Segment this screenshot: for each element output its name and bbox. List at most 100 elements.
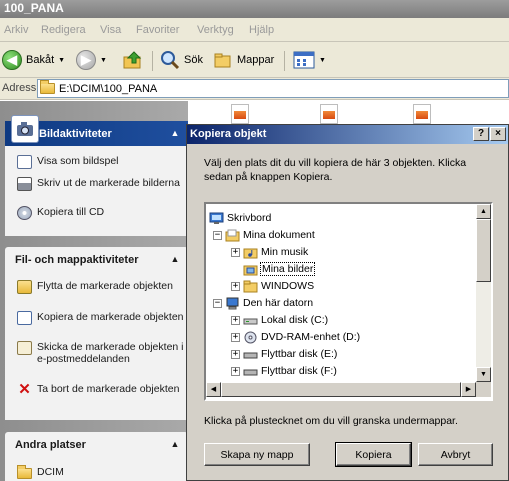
views-icon: [293, 50, 315, 70]
scroll-thumb[interactable]: [476, 219, 491, 282]
task-delete[interactable]: ✕ Ta bort de markerade objekten: [17, 381, 187, 398]
scroll-up-icon[interactable]: ▲: [476, 204, 491, 219]
expand-toggle[interactable]: +: [231, 349, 240, 359]
back-button[interactable]: ◀ Bakåt ▼: [2, 49, 65, 71]
folder-tree-view: Skrivbord − Mina dokument + Min musik Mi…: [206, 204, 476, 382]
cancel-button[interactable]: Avbryt: [418, 443, 493, 466]
new-folder-button[interactable]: Skapa ny mapp: [204, 443, 310, 466]
tree-node-my-computer[interactable]: − Den här datorn: [213, 295, 313, 311]
copy-button[interactable]: Kopiera: [335, 442, 412, 467]
task-pane: Bildaktiviteter ▲︎ Visa som bildspel Skr…: [0, 101, 188, 481]
expand-toggle[interactable]: +: [231, 247, 240, 257]
removable-drive-icon: [243, 365, 258, 378]
tree-label: Skrivbord: [227, 212, 272, 224]
menu-hjalp[interactable]: Hjälp: [249, 24, 274, 36]
search-label: Sök: [184, 54, 203, 66]
search-button[interactable]: Sök: [160, 49, 203, 71]
expand-toggle[interactable]: +: [231, 315, 240, 325]
dialog-title-bar[interactable]: Kopiera objekt ? ×: [187, 125, 508, 144]
collapse-chevron-icon[interactable]: ▲︎: [168, 437, 182, 451]
place-dcim[interactable]: DCIM: [17, 465, 187, 479]
views-button[interactable]: ▼: [293, 49, 326, 71]
up-folder-icon: [122, 50, 144, 70]
tree-label: Lokal disk (C:): [261, 314, 329, 326]
tree-node-removable-f[interactable]: + Flyttbar disk (F:): [231, 363, 337, 379]
scroll-right-icon[interactable]: ▶: [461, 382, 476, 397]
scroll-down-icon[interactable]: ▼: [476, 367, 491, 382]
tree-node-my-documents[interactable]: − Mina dokument: [213, 227, 315, 243]
image-tasks-header[interactable]: Bildaktiviteter ▲︎: [5, 115, 188, 146]
file-thumbnail[interactable]: [413, 104, 431, 124]
file-tasks-title: Fil- och mappaktiviteter: [15, 253, 139, 266]
other-places-header[interactable]: Andra platser ▲︎: [5, 432, 188, 457]
tree-label: WINDOWS: [261, 280, 315, 292]
task-copy[interactable]: Kopiera de markerade objekten: [17, 311, 187, 325]
dialog-title: Kopiera objekt: [190, 128, 267, 140]
vertical-scrollbar[interactable]: ▲ ▼: [476, 204, 491, 382]
address-field[interactable]: E:\DCIM\100_PANA: [37, 79, 509, 98]
toolbar: ◀ Bakåt ▼ ▶ ▼ Sök Mappar ▼: [0, 42, 509, 78]
tree-label: Min musik: [261, 246, 309, 258]
task-slideshow[interactable]: Visa som bildspel: [17, 155, 187, 169]
delete-x-icon: ✕: [18, 381, 31, 398]
collapse-chevron-icon[interactable]: ▲︎: [168, 126, 182, 140]
other-places-panel: DCIM: [5, 457, 188, 481]
task-copy-to-cd[interactable]: Kopiera till CD: [17, 206, 187, 220]
folders-button[interactable]: Mappar: [213, 49, 274, 71]
address-label: Adress: [2, 82, 37, 94]
collapse-toggle[interactable]: −: [213, 298, 222, 308]
folder-icon: [40, 80, 55, 94]
forward-button[interactable]: ▶ ▼: [76, 49, 107, 71]
back-dropdown-icon[interactable]: ▼: [58, 57, 65, 64]
folders-icon: [213, 50, 233, 70]
menu-favoriter[interactable]: Favoriter: [136, 24, 179, 36]
tree-node-desktop[interactable]: Skrivbord: [209, 210, 271, 226]
folder-tree[interactable]: Skrivbord − Mina dokument + Min musik Mi…: [204, 202, 493, 401]
file-thumbnail[interactable]: [231, 104, 249, 124]
toolbar-separator: [152, 51, 153, 71]
computer-icon: [225, 297, 240, 310]
collapse-toggle[interactable]: −: [213, 230, 222, 240]
views-dropdown-icon[interactable]: ▼: [319, 57, 326, 64]
collapse-chevron-icon[interactable]: ▲︎: [168, 252, 182, 266]
expand-toggle[interactable]: +: [231, 281, 240, 291]
tree-label-selected: Mina bilder: [259, 262, 316, 276]
menu-verktyg[interactable]: Verktyg: [197, 24, 234, 36]
task-move[interactable]: Flytta de markerade objekten: [17, 280, 187, 294]
forward-arrow-icon: ▶: [76, 50, 96, 70]
folder-icon: [17, 465, 32, 479]
forward-dropdown-icon[interactable]: ▼: [100, 57, 107, 64]
expand-toggle[interactable]: +: [231, 366, 240, 376]
tree-label: Flyttbar disk (F:): [261, 365, 337, 377]
menu-bar: Arkiv Redigera Visa Favoriter Verktyg Hj…: [0, 18, 509, 42]
task-email[interactable]: Skicka de markerade objekten i e-postmed…: [17, 341, 187, 365]
folders-label: Mappar: [237, 54, 275, 66]
horizontal-scrollbar[interactable]: ◀ ▶: [206, 382, 476, 397]
tree-node-local-disk-c[interactable]: + Lokal disk (C:): [231, 312, 328, 328]
tree-node-my-pictures[interactable]: Mina bilder: [243, 261, 316, 277]
file-tasks-header[interactable]: Fil- och mappaktiviteter ▲︎: [5, 247, 188, 272]
expand-toggle[interactable]: +: [231, 332, 240, 342]
tree-node-windows[interactable]: + WINDOWS: [231, 278, 314, 294]
menu-visa[interactable]: Visa: [100, 24, 121, 36]
image-tasks-title: Bildaktiviteter: [39, 127, 112, 140]
tree-node-removable-e[interactable]: + Flyttbar disk (E:): [231, 346, 337, 362]
scroll-left-icon[interactable]: ◀: [206, 382, 221, 397]
menu-redigera[interactable]: Redigera: [41, 24, 86, 36]
drive-icon: [243, 314, 258, 327]
task-print[interactable]: Skriv ut de markerade bilderna: [17, 177, 187, 191]
tree-label: Flyttbar disk (E:): [261, 348, 338, 360]
menu-arkiv[interactable]: Arkiv: [4, 24, 28, 36]
close-button[interactable]: ×: [490, 127, 506, 141]
tree-node-dvd-d[interactable]: + DVD-RAM-enhet (D:): [231, 329, 360, 345]
help-button[interactable]: ?: [473, 127, 489, 141]
envelope-icon: [17, 341, 32, 355]
scroll-corner: [476, 382, 491, 397]
file-thumbnail[interactable]: [320, 104, 338, 124]
tree-node-my-music[interactable]: + Min musik: [231, 244, 308, 260]
tree-label: DVD-RAM-enhet (D:): [261, 331, 361, 343]
move-icon: [17, 280, 32, 294]
up-folder-button[interactable]: [122, 49, 144, 71]
camera-icon: [11, 115, 39, 143]
scroll-thumb[interactable]: [221, 382, 461, 397]
